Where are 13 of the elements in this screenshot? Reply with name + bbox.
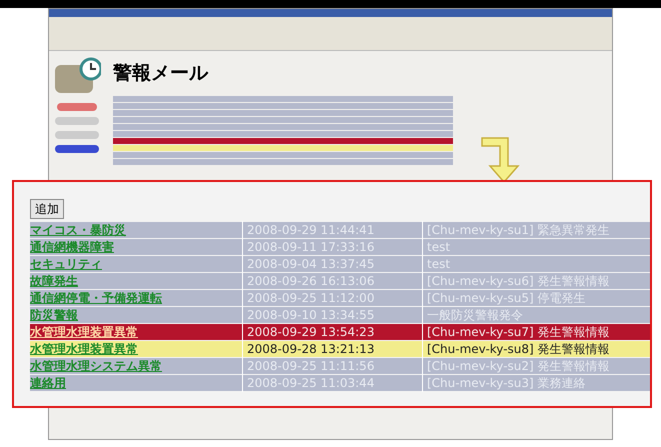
alert-name-link[interactable]: 防災警報 — [30, 306, 242, 324]
alert-name-link[interactable]: 連絡用 — [30, 374, 242, 392]
sidebar-button[interactable] — [55, 145, 99, 153]
add-button[interactable]: 追加 — [30, 199, 64, 219]
alert-name-link[interactable]: セキュリティ — [30, 255, 242, 273]
alert-name-link[interactable]: 通信網機器障害 — [30, 238, 242, 256]
alert-name-link[interactable]: 水管理水理装置異常 — [30, 340, 242, 358]
alert-name-link[interactable]: 水管理水理装置異常 — [30, 323, 242, 341]
page-title: 警報メール — [113, 61, 210, 86]
alert-name-link[interactable]: 通信網停電・予備発運転 — [30, 289, 242, 307]
alert-name-link[interactable]: 水管理水理システム異常 — [30, 357, 242, 375]
alert-name-link[interactable]: マイコス・暴防災 — [30, 221, 242, 239]
alert-name-link[interactable]: 故障発生 — [30, 272, 242, 290]
